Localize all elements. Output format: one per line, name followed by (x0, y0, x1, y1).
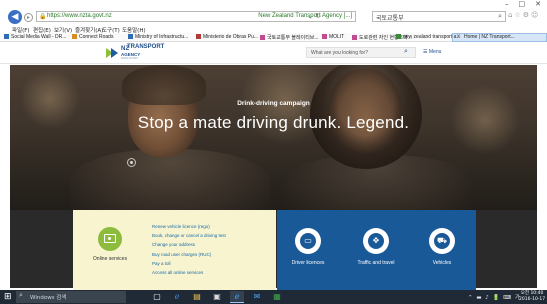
address-url[interactable]: https://www.nzta.govt.nz (47, 13, 112, 19)
favorite-icon (396, 34, 401, 39)
hero-headline[interactable]: Stop a mate driving drunk. Legend. (10, 113, 537, 133)
favorite-item[interactable]: Ministry of Infrastructu... (128, 34, 188, 40)
system-tray-icons[interactable]: ⌃ ▬ ♪ 🔋 ⌨ 가 (468, 293, 521, 301)
favorite-item[interactable]: Connect Roads (72, 34, 113, 40)
site-search-placeholder: What are you looking for? (311, 50, 368, 56)
road-sign-icon: ✥ (368, 233, 384, 249)
taskbar-search-input[interactable]: ⌕ Windows 검색 (16, 291, 126, 303)
logo-chevron-blue-icon (111, 48, 118, 58)
driver-licences-button[interactable]: ▭ (295, 228, 321, 254)
forward-button[interactable]: ▸ (24, 13, 33, 22)
toolbar-icons[interactable]: ⌂☆⚙☺ (508, 11, 540, 19)
hero-shade (10, 65, 537, 210)
favorite-icon (352, 35, 357, 40)
favorite-icon (196, 34, 201, 39)
edge-icon[interactable]: ℯ (170, 291, 184, 303)
window-controls: – □ ✕ (505, 0, 541, 8)
search-icon[interactable]: ⌕ (498, 12, 502, 21)
windows-start-icon[interactable]: ⊞ (4, 292, 12, 302)
link-pay-toll[interactable]: Pay a toll (152, 261, 226, 270)
search-icon: ⌕ (19, 291, 23, 299)
close-tab-icon[interactable]: × (456, 33, 461, 40)
task-view-icon[interactable]: ▢ (150, 291, 164, 303)
menu-button[interactable]: ☰ Menu (423, 49, 441, 55)
favorite-item[interactable]: Social Media Wall - DR... (4, 34, 66, 40)
link-driving-test[interactable]: Book, change or cancel a driving test (152, 233, 226, 242)
clock-date: 2016-10-17 (519, 297, 546, 302)
back-button[interactable]: ◀ (8, 10, 22, 24)
favorite-icon (4, 34, 9, 39)
favorite-item[interactable]: 국토교통부 블레이티브... (260, 34, 319, 41)
link-change-address[interactable]: Change your address (152, 242, 226, 251)
mail-icon[interactable]: ✉ (250, 291, 264, 303)
online-services-label[interactable]: Online services (84, 256, 136, 262)
browser-menubar: 파일(F) 편집(E) 보기(V) 즐겨찾기(A) 도구(T) 도움말(H) (0, 25, 547, 34)
browser-navbar: ◀ ▸ 🔒 https://www.nzta.govt.nz ⌄ ↻ New Z… (0, 10, 547, 24)
driver-licences-label[interactable]: Driver licences (278, 260, 338, 266)
video-play-icon[interactable] (127, 158, 136, 167)
taskbar-search-placeholder: Windows 검색 (30, 295, 67, 301)
address-bar[interactable]: 🔒 https://www.nzta.govt.nz ⌄ ↻ New Zeala… (36, 11, 356, 22)
taskbar-clock[interactable]: 오전 10:40 2016-10-17 (519, 291, 545, 303)
browser-search-text: 국토교통부 (376, 15, 404, 22)
internet-explorer-icon[interactable]: ℯ (230, 291, 244, 303)
favorite-icon (128, 34, 133, 39)
favorite-item[interactable]: Ministerio de Obras Pu... (196, 34, 258, 40)
close-window-button[interactable]: ✕ (535, 0, 541, 8)
favorite-item[interactable]: MOLIT (322, 34, 344, 40)
site-search-input[interactable]: What are you looking for? (306, 47, 416, 58)
vehicles-button[interactable]: ⛟ (429, 228, 455, 254)
lock-icon: 🔒 (39, 13, 47, 20)
logo-text-transport: TRANSPORT (127, 44, 165, 50)
site-identity[interactable]: New Zealand Transport Agency [...] (258, 13, 352, 19)
car-icon: ⛟ (434, 233, 450, 249)
browser-search-input[interactable]: 국토교통부 ⌕ (372, 11, 506, 22)
favorite-icon (260, 35, 265, 40)
traffic-travel-button[interactable]: ✥ (363, 228, 389, 254)
excel-icon[interactable]: ▦ (270, 291, 284, 303)
favorite-icon (72, 34, 77, 39)
file-explorer-icon[interactable]: ▤ (190, 291, 204, 303)
vehicles-label[interactable]: Vehicles (412, 260, 472, 266)
site-search-icon[interactable]: ⌕ (404, 47, 408, 56)
id-card-icon: ▭ (300, 233, 316, 249)
link-renew-rego[interactable]: Renew vehicle licence (rego) (152, 224, 226, 233)
link-all-services[interactable]: Access all online services (152, 270, 226, 279)
favorites-bar: Social Media Wall - DR... Connect Roads … (0, 33, 547, 42)
store-icon[interactable]: ▣ (210, 291, 224, 303)
hero-campaign-label[interactable]: Drink-driving campaign (10, 100, 537, 107)
logo-text-maori: WAKA KOTAHI (121, 57, 138, 60)
online-services-icon (104, 234, 116, 243)
minimize-button[interactable]: – (505, 0, 509, 8)
favorite-icon (322, 34, 327, 39)
online-services-links: Renew vehicle licence (rego) Book, chang… (152, 224, 226, 279)
link-buy-ruc[interactable]: Buy road user charges (RUC) (152, 252, 226, 261)
site-header: NZ TRANSPORT AGENCY WAKA KOTAHI What are… (0, 42, 547, 64)
tab-active-label[interactable]: Home | NZ Transport... (464, 34, 515, 40)
window-titlebar: – □ ✕ (0, 0, 547, 10)
hero-banner[interactable]: Drink-driving campaign Stop a mate drivi… (10, 65, 537, 210)
maximize-button[interactable]: □ (519, 0, 526, 8)
traffic-travel-label[interactable]: Traffic and travel (346, 260, 406, 266)
nzta-logo[interactable]: NZ TRANSPORT AGENCY WAKA KOTAHI (106, 44, 165, 61)
favorite-item[interactable]: new zealand transport a... (396, 34, 461, 40)
windows-taskbar: ⊞ ⌕ Windows 검색 ▢ ℯ ▤ ▣ ℯ ✉ ▦ ⌃ ▬ ♪ 🔋 ⌨ 가… (0, 290, 547, 304)
